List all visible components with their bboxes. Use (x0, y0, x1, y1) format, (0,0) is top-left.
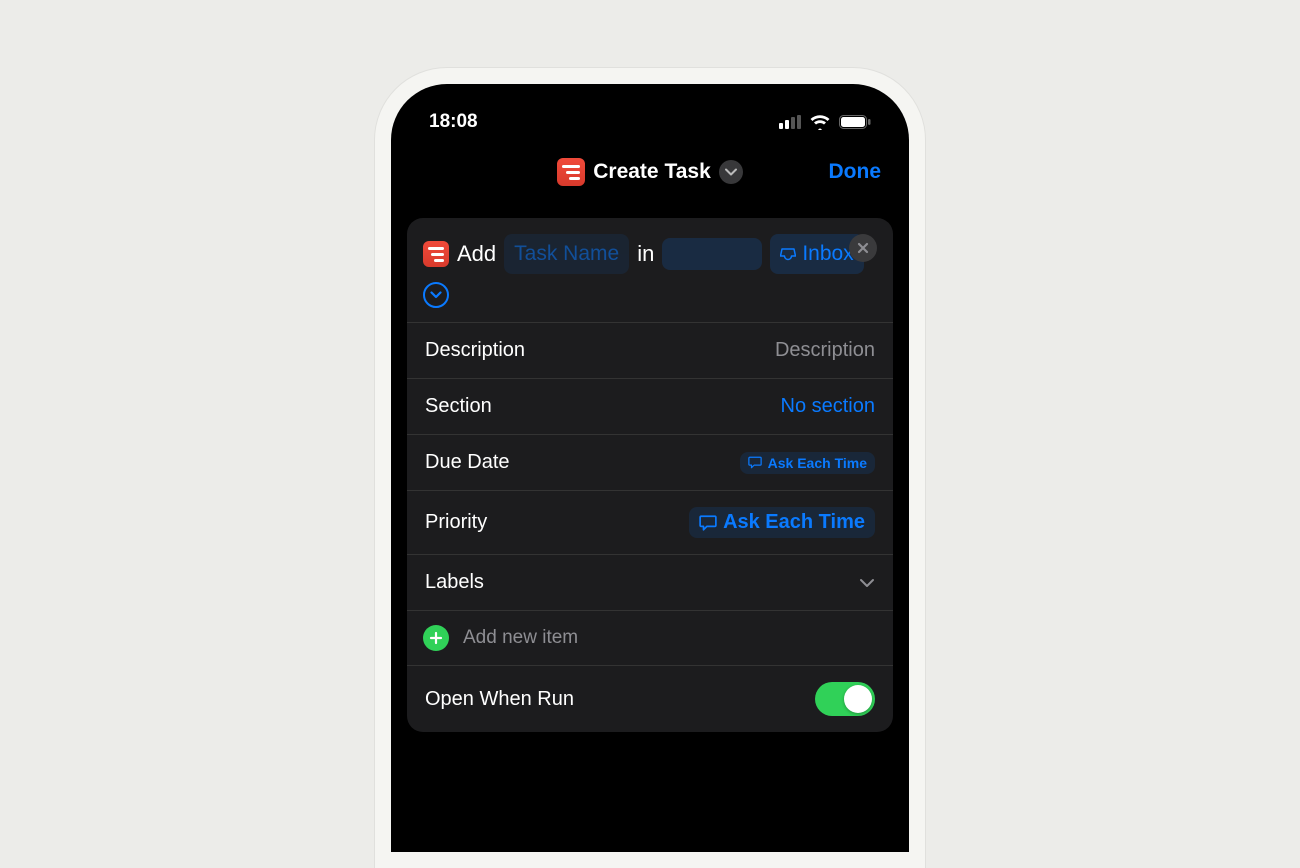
status-bar: 18:08 (391, 84, 909, 140)
add-item-row[interactable]: Add new item (407, 611, 893, 666)
description-row[interactable]: Description Description (407, 323, 893, 379)
open-when-run-row: Open When Run (407, 666, 893, 732)
action-card: Add Task Name in Inbox Description Descr… (407, 218, 893, 732)
task-name-slot[interactable]: Task Name (504, 234, 629, 274)
chevron-down-icon (859, 578, 875, 588)
chevron-down-icon (725, 168, 737, 176)
done-button[interactable]: Done (829, 160, 882, 184)
nav-bar: Create Task Done (391, 140, 909, 204)
description-value: Description (775, 339, 875, 362)
section-row[interactable]: Section No section (407, 379, 893, 435)
phone-screen: 18:08 Create Task (391, 84, 909, 852)
cell-signal-icon (779, 115, 801, 129)
labels-label: Labels (425, 571, 484, 594)
priority-row[interactable]: Priority Ask Each Time (407, 491, 893, 555)
add-item-label: Add new item (463, 627, 578, 649)
wifi-icon (809, 114, 831, 130)
phone-frame: 18:08 Create Task (375, 68, 925, 868)
status-right (779, 114, 871, 130)
expand-button[interactable] (423, 282, 449, 308)
clear-button[interactable] (849, 234, 877, 262)
action-header: Add Task Name in Inbox (407, 218, 893, 323)
open-when-run-label: Open When Run (425, 688, 574, 711)
project-label: Inbox (802, 237, 853, 271)
due-date-label: Due Date (425, 451, 510, 474)
due-date-value[interactable]: Ask Each Time (740, 452, 875, 474)
plus-icon (423, 625, 449, 651)
inbox-icon (780, 247, 796, 261)
priority-label: Priority (425, 511, 487, 534)
close-icon (857, 242, 869, 254)
status-time: 18:08 (429, 111, 478, 133)
labels-row[interactable]: Labels (407, 555, 893, 611)
verb-label: Add (457, 237, 496, 271)
priority-value[interactable]: Ask Each Time (689, 507, 875, 538)
section-label: Section (425, 395, 492, 418)
collapse-button[interactable] (719, 160, 743, 184)
todoist-app-icon (557, 158, 585, 186)
chevron-down-icon (430, 291, 442, 299)
description-label: Description (425, 339, 525, 362)
todoist-app-icon (423, 241, 449, 267)
due-date-row[interactable]: Due Date Ask Each Time (407, 435, 893, 491)
section-value: No section (781, 395, 876, 418)
preposition-label: in (637, 237, 654, 271)
nav-title-area[interactable]: Create Task (557, 158, 743, 186)
battery-icon (839, 115, 871, 129)
ask-icon (748, 456, 762, 469)
action-sentence: Add Task Name in Inbox (423, 234, 877, 308)
task-context-slot[interactable] (662, 238, 762, 270)
ask-icon (699, 515, 717, 531)
nav-title: Create Task (593, 160, 711, 184)
open-when-run-toggle[interactable] (815, 682, 875, 716)
